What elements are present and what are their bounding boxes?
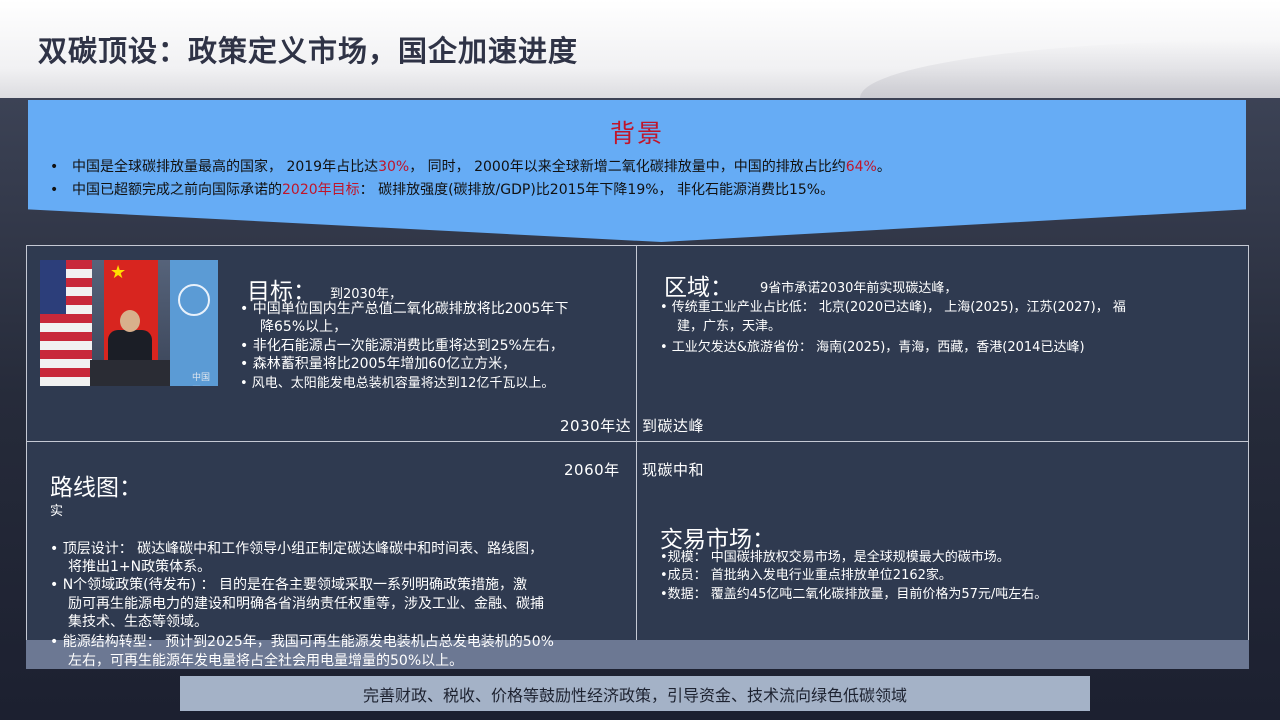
neutral-milestone-left: 2060年 xyxy=(564,461,620,479)
region-item: 建，广东，天津。 xyxy=(677,319,782,334)
goal-item: 降65%以上， xyxy=(260,319,348,335)
grid-vertical-divider xyxy=(636,245,637,640)
goal-item: • 森林蓄积量将比2005年增加60亿立方米， xyxy=(240,356,517,372)
goal-item: • 中国单位国内生产总值二氧化碳排放将比2005年下 xyxy=(240,301,569,317)
photo-watermark: 中国网 xyxy=(192,373,211,383)
peak-milestone-left: 2030年达 xyxy=(560,417,632,435)
market-item: •数据： 覆盖约45亿吨二氧化碳排放量，目前价格为57元/吨左右。 xyxy=(660,587,1048,602)
speaker-head xyxy=(120,310,140,332)
market-item: •成员： 首批纳入发电行业重点排放单位2162家。 xyxy=(660,568,952,583)
roadmap-item: • N个领域政策(待发布) ： 目的是在各主要领域采取一系列明确政策措施，激 xyxy=(50,577,528,593)
header-bar: 双碳顶设：政策定义市场，国企加速进度 xyxy=(0,0,1280,98)
roadmap-item: • 顶层设计： 碳达峰碳中和工作领导小组正制定碳达峰碳中和时间表、路线图， xyxy=(50,541,544,557)
background-line-2: • 中国已超额完成之前向国际承诺的2020年目标： 碳排放强度(碳排放/GDP)比… xyxy=(50,182,835,198)
region-title: 区域： xyxy=(664,275,733,301)
roadmap-subtitle: 实 xyxy=(50,504,64,519)
roadmap-item: 将推出1+N政策体系。 xyxy=(68,559,212,575)
market-item: •规模： 中国碳排放权交易市场，是全球规模最大的碳市场。 xyxy=(660,550,1010,565)
header-decoration xyxy=(860,40,1280,98)
region-item: • 传统重工业产业占比低： 北京(2020已达峰)， 上海(2025)，江苏(2… xyxy=(660,300,1126,315)
neutral-milestone-right: 现碳中和 xyxy=(642,461,705,479)
podium xyxy=(90,360,170,386)
background-line-1: • 中国是全球碳排放量最高的国家， 2019年占比达30%， 同时， 2000年以… xyxy=(50,159,891,175)
background-heading: 背景 xyxy=(609,119,664,148)
background-banner: 背景 • 中国是全球碳排放量最高的国家， 2019年占比达30%， 同时， 200… xyxy=(28,100,1246,242)
summit-photo: ★ 中国网 xyxy=(40,260,218,386)
roadmap-item: 集技术、生态等领域。 xyxy=(68,614,208,630)
region-subtitle: 9省市承诺2030年前实现碳达峰， xyxy=(760,281,958,296)
goal-item: • 非化石能源占一次能源消费比重将达到25%左右， xyxy=(240,338,564,354)
goal-item: • 风电、太阳能发电总装机容量将达到12亿千瓦以上。 xyxy=(240,376,555,391)
roadmap-item: • 能源结构转型： 预计到2025年，我国可再生能源发电装机占总发电装机的50% xyxy=(50,634,554,650)
roadmap-title: 路线图： xyxy=(50,475,142,501)
region-item: • 工业欠发达&旅游省份： 海南(2025)，青海，西藏，香港(2014已达峰) xyxy=(660,340,1085,355)
page-title: 双碳顶设：政策定义市场，国企加速进度 xyxy=(38,34,579,68)
us-flag-image xyxy=(40,260,92,386)
peak-milestone-right: 到碳达峰 xyxy=(642,417,705,435)
roadmap-item: 左右，可再生能源年发电量将占全社会用电量增量的50%以上。 xyxy=(68,653,464,669)
roadmap-item: 励可再生能源电力的建设和明确各省消纳责任权重等，涉及工业、金融、碳捕 xyxy=(68,596,544,612)
footer-banner: 完善财政、税收、价格等鼓励性经济政策，引导资金、技术流向绿色低碳领域 xyxy=(180,676,1090,711)
un-flag-image xyxy=(170,260,218,386)
grid-horizontal-divider xyxy=(26,441,1249,442)
